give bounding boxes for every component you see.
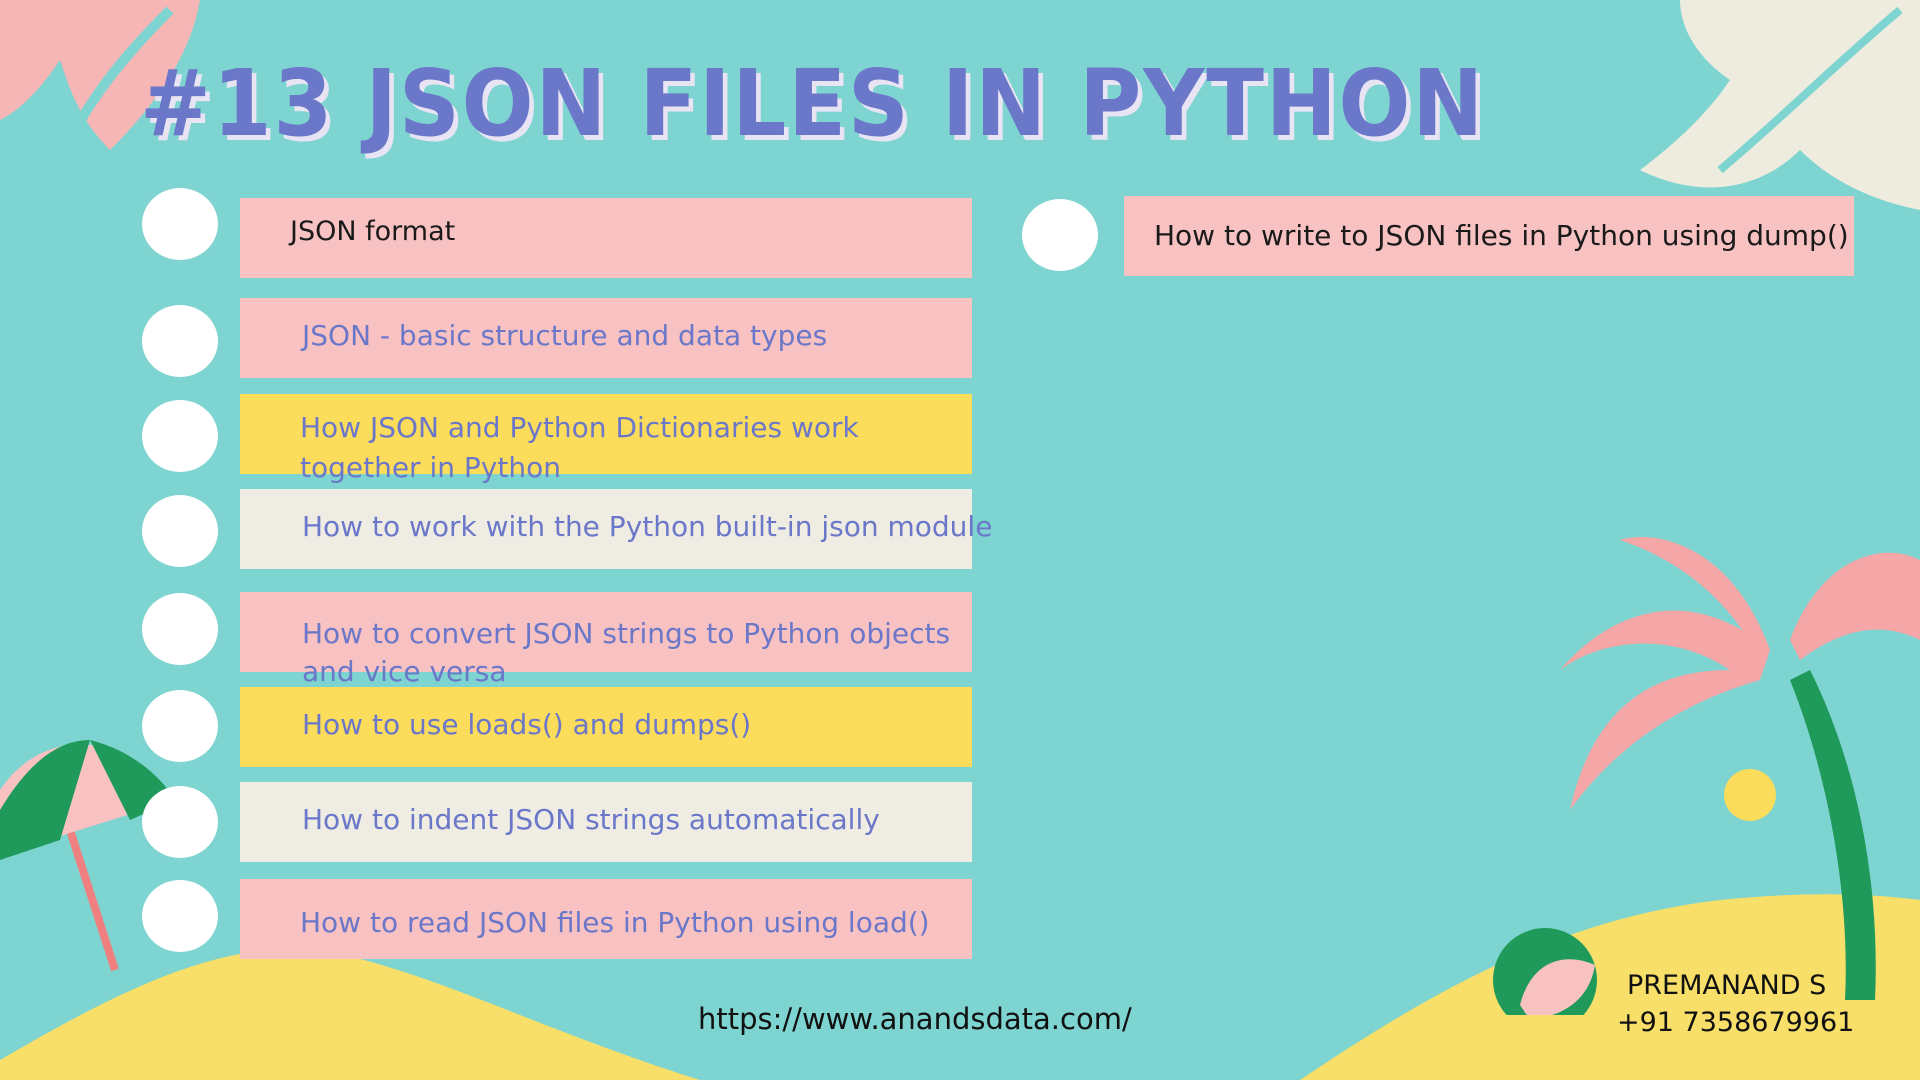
topic-label-line2: together in Python — [300, 451, 561, 484]
topic-item: How to write to JSON files in Python usi… — [1124, 196, 1854, 276]
topic-item: How to read JSON files in Python using l… — [240, 879, 972, 959]
topic-label: JSON format — [290, 216, 456, 247]
topic-label: How to indent JSON strings automatically — [302, 803, 880, 836]
topic-item: How to indent JSON strings automatically — [240, 782, 972, 862]
bullet-circle — [142, 690, 218, 762]
topic-label: How to read JSON files in Python using l… — [300, 906, 930, 939]
topic-label: How to write to JSON files in Python usi… — [1154, 219, 1849, 252]
bullet-circle — [142, 495, 218, 567]
bullet-circle — [142, 593, 218, 665]
topic-label: How to convert JSON strings to Python ob… — [302, 617, 951, 650]
topic-label: How JSON and Python Dictionaries work — [300, 411, 859, 444]
bullet-circle — [142, 786, 218, 858]
bullet-circle — [1022, 199, 1098, 271]
author-phone: +91 7358679961 — [1617, 1007, 1855, 1038]
topic-item: JSON format — [240, 198, 972, 278]
topic-item: How to use loads() and dumps() — [240, 687, 972, 767]
bullet-circle — [142, 305, 218, 377]
umbrella-icon — [0, 740, 175, 972]
beach-ball-icon — [1493, 928, 1597, 1015]
topic-item: How to work with the Python built-in jso… — [240, 489, 992, 569]
bullet-circle — [142, 400, 218, 472]
topic-label: JSON - basic structure and data types — [302, 319, 828, 352]
author-name: PREMANAND S — [1627, 970, 1827, 1001]
cream-leaf-decoration — [1640, 0, 1920, 210]
bullet-circle — [142, 880, 218, 952]
website-url: https://www.anandsdata.com/ — [698, 1002, 1132, 1036]
topic-label: How to work with the Python built-in jso… — [302, 510, 993, 543]
topic-item: How JSON and Python Dictionaries work to… — [240, 394, 972, 484]
topic-label-line2: and vice versa — [302, 655, 507, 688]
topic-item: JSON - basic structure and data types — [240, 298, 972, 378]
bullet-circle — [142, 188, 218, 260]
topic-item: How to convert JSON strings to Python ob… — [240, 592, 972, 688]
topic-label: How to use loads() and dumps() — [302, 708, 752, 741]
page-title: #13 JSON FILES IN PYTHON — [140, 50, 1486, 157]
